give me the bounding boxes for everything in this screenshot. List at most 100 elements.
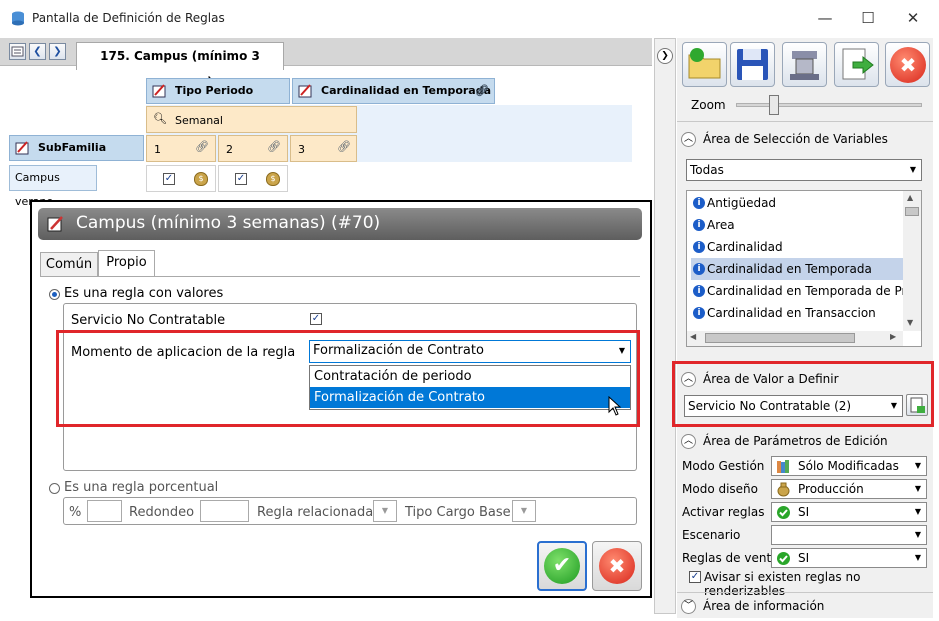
- row-header-subfamilia[interactable]: SubFamilia Servicio: [9, 135, 144, 178]
- scroll-up-icon[interactable]: ▲: [907, 193, 913, 202]
- section-valor[interactable]: ︿ Área de Valor a Definir: [677, 369, 933, 391]
- valor-select[interactable]: Servicio No Contratable (2) ▼: [684, 395, 903, 417]
- vertical-scrollbar[interactable]: ▲ ▼: [903, 191, 921, 331]
- section-params[interactable]: ︿ Área de Parámetros de Edición: [677, 431, 933, 453]
- param-select[interactable]: ▼: [771, 525, 927, 545]
- section-info[interactable]: ﹀ Área de información: [677, 596, 933, 618]
- avisar-checkbox[interactable]: ✓: [689, 571, 701, 583]
- option-formalizacion[interactable]: Formalización de Contrato: [310, 387, 630, 408]
- link-icon: 🔗︎: [337, 140, 351, 153]
- radio-values-label: Es una regla con valores: [64, 286, 224, 301]
- tipo-cargo-select[interactable]: ▼: [512, 500, 536, 522]
- option-contratacion[interactable]: Contratación de periodo: [310, 366, 630, 387]
- section-title: Área de Valor a Definir: [703, 372, 839, 386]
- value-checkbox[interactable]: ✓: [163, 173, 175, 185]
- cardinality-value: 3: [298, 143, 305, 156]
- row-value-campus[interactable]: Campus verano: [9, 165, 97, 208]
- redondeo-label: Redondeo: [129, 505, 195, 520]
- chevron-down-icon: ▼: [909, 165, 916, 174]
- value-cell-1[interactable]: ✓ $: [146, 165, 216, 192]
- valor-edit-button[interactable]: [906, 394, 928, 416]
- prev-tab-button[interactable]: ❮: [29, 43, 46, 60]
- radio-percent[interactable]: [49, 483, 60, 494]
- doc-list-icon[interactable]: [9, 43, 26, 60]
- regla-relacionada-select[interactable]: ▼: [373, 500, 397, 522]
- document-tab[interactable]: 175. Campus (mínimo 3 semanas): [76, 42, 284, 89]
- info-icon: i: [693, 285, 705, 297]
- zoom-track[interactable]: [736, 103, 922, 107]
- scroll-left-icon[interactable]: ◀: [690, 332, 696, 341]
- param-label: Reglas de venta: [682, 551, 779, 565]
- col-header-cardinalidad[interactable]: Cardinalidad en Temporada 🔗︎: [292, 78, 495, 104]
- app-icon: [12, 11, 24, 26]
- chevron-down-icon: ▼: [914, 484, 921, 493]
- tools-button[interactable]: [782, 42, 827, 87]
- momento-select[interactable]: Formalización de Contrato ▼: [309, 340, 631, 363]
- variable-label: Cardinalidad: [707, 240, 783, 254]
- variable-list-item[interactable]: i Area: [691, 214, 903, 236]
- scroll-right-icon[interactable]: ▶: [890, 332, 896, 341]
- cancel-button[interactable]: ✖: [592, 541, 642, 591]
- next-tab-button[interactable]: ❯: [49, 43, 66, 60]
- variable-list-item[interactable]: i Antigüedad: [691, 192, 903, 214]
- chevron-down-icon: ﹀: [681, 599, 696, 614]
- variable-list-item[interactable]: iCardinalidad en Temporada de Precio: [691, 280, 903, 302]
- edit-icon: [47, 216, 63, 232]
- cardinality-cell-2[interactable]: 2 🔗︎: [218, 135, 288, 162]
- chevron-down-icon: ▼: [618, 346, 625, 355]
- col-header-tipo-periodo[interactable]: Tipo Periodo Gestión: [146, 78, 290, 121]
- cardinality-cell-1[interactable]: 1 🔗︎: [146, 135, 216, 162]
- param-select[interactable]: SI ▼: [771, 502, 927, 522]
- radio-values[interactable]: [49, 289, 60, 300]
- value-cell-2[interactable]: ✓ $: [218, 165, 288, 192]
- save-button[interactable]: [730, 42, 775, 87]
- dialog-header: Campus (mínimo 3 semanas) (#70): [38, 208, 642, 240]
- accept-button[interactable]: ✔: [537, 541, 587, 591]
- radio-percent-label: Es una regla porcentual: [64, 480, 219, 495]
- tab-comun[interactable]: Común: [40, 252, 98, 277]
- panel-splitter[interactable]: ❯: [654, 38, 676, 614]
- moneybag-icon: $: [194, 172, 208, 186]
- tab-propio[interactable]: Propio: [98, 250, 155, 277]
- maximize-button[interactable]: ☐: [858, 8, 878, 28]
- zoom-slider-thumb[interactable]: [769, 95, 780, 115]
- floppy-icon: [737, 49, 768, 80]
- divider: [677, 592, 933, 593]
- redondeo-input[interactable]: [200, 500, 249, 522]
- scroll-thumb[interactable]: [905, 207, 919, 216]
- info-icon: i: [693, 219, 705, 231]
- tipo-cargo-label: Tipo Cargo Base: [405, 505, 511, 520]
- variables-filter-select[interactable]: Todas ▼: [686, 159, 922, 181]
- hscroll-thumb[interactable]: [705, 333, 855, 343]
- percent-input[interactable]: [87, 500, 122, 522]
- param-select[interactable]: Producción ▼: [771, 479, 927, 499]
- cardinality-cell-3[interactable]: 3 🔗︎: [290, 135, 357, 162]
- cardinality-value: 2: [226, 143, 233, 156]
- export-button[interactable]: [834, 42, 879, 87]
- variable-list-item[interactable]: i Cardinalidad: [691, 236, 903, 258]
- dialog-title: Campus (mínimo 3 semanas) (#70): [76, 213, 381, 233]
- section-variables[interactable]: ︿ Área de Selección de Variables: [677, 129, 933, 151]
- minimize-button[interactable]: —: [815, 8, 835, 28]
- percent-symbol: %: [69, 505, 82, 520]
- value-checkbox[interactable]: ✓: [235, 173, 247, 185]
- variable-label: Antigüedad: [707, 196, 777, 210]
- horizontal-scrollbar[interactable]: ◀ ▶: [687, 331, 903, 346]
- close-window-button[interactable]: ✕: [903, 8, 923, 28]
- link-icon: 🔗︎: [475, 84, 489, 97]
- param-select[interactable]: SI ▼: [771, 548, 927, 568]
- scroll-down-icon[interactable]: ▼: [907, 318, 913, 327]
- variable-label: Cardinalidad en Transaccion: [707, 306, 876, 320]
- chevron-right-icon[interactable]: ❯: [657, 48, 673, 64]
- open-button[interactable]: [682, 42, 727, 87]
- variable-list-item[interactable]: i Cardinalidad en Temporada: [691, 258, 903, 280]
- no-contratable-label: Servicio No Contratable: [71, 313, 226, 328]
- no-contratable-checkbox[interactable]: ✓: [310, 313, 322, 325]
- variable-list-item[interactable]: i Cardinalidad en Transaccion: [691, 302, 903, 324]
- chevron-up-icon: ︿: [681, 434, 696, 449]
- period-value-cell[interactable]: 🔍︎ Semanal: [146, 106, 357, 133]
- param-select[interactable]: Sólo Modificadas ▼: [771, 456, 927, 476]
- close-panel-button[interactable]: ✖: [885, 42, 930, 87]
- momento-label: Momento de aplicacion de la regla: [71, 345, 296, 360]
- check-icon: ✔: [544, 548, 580, 584]
